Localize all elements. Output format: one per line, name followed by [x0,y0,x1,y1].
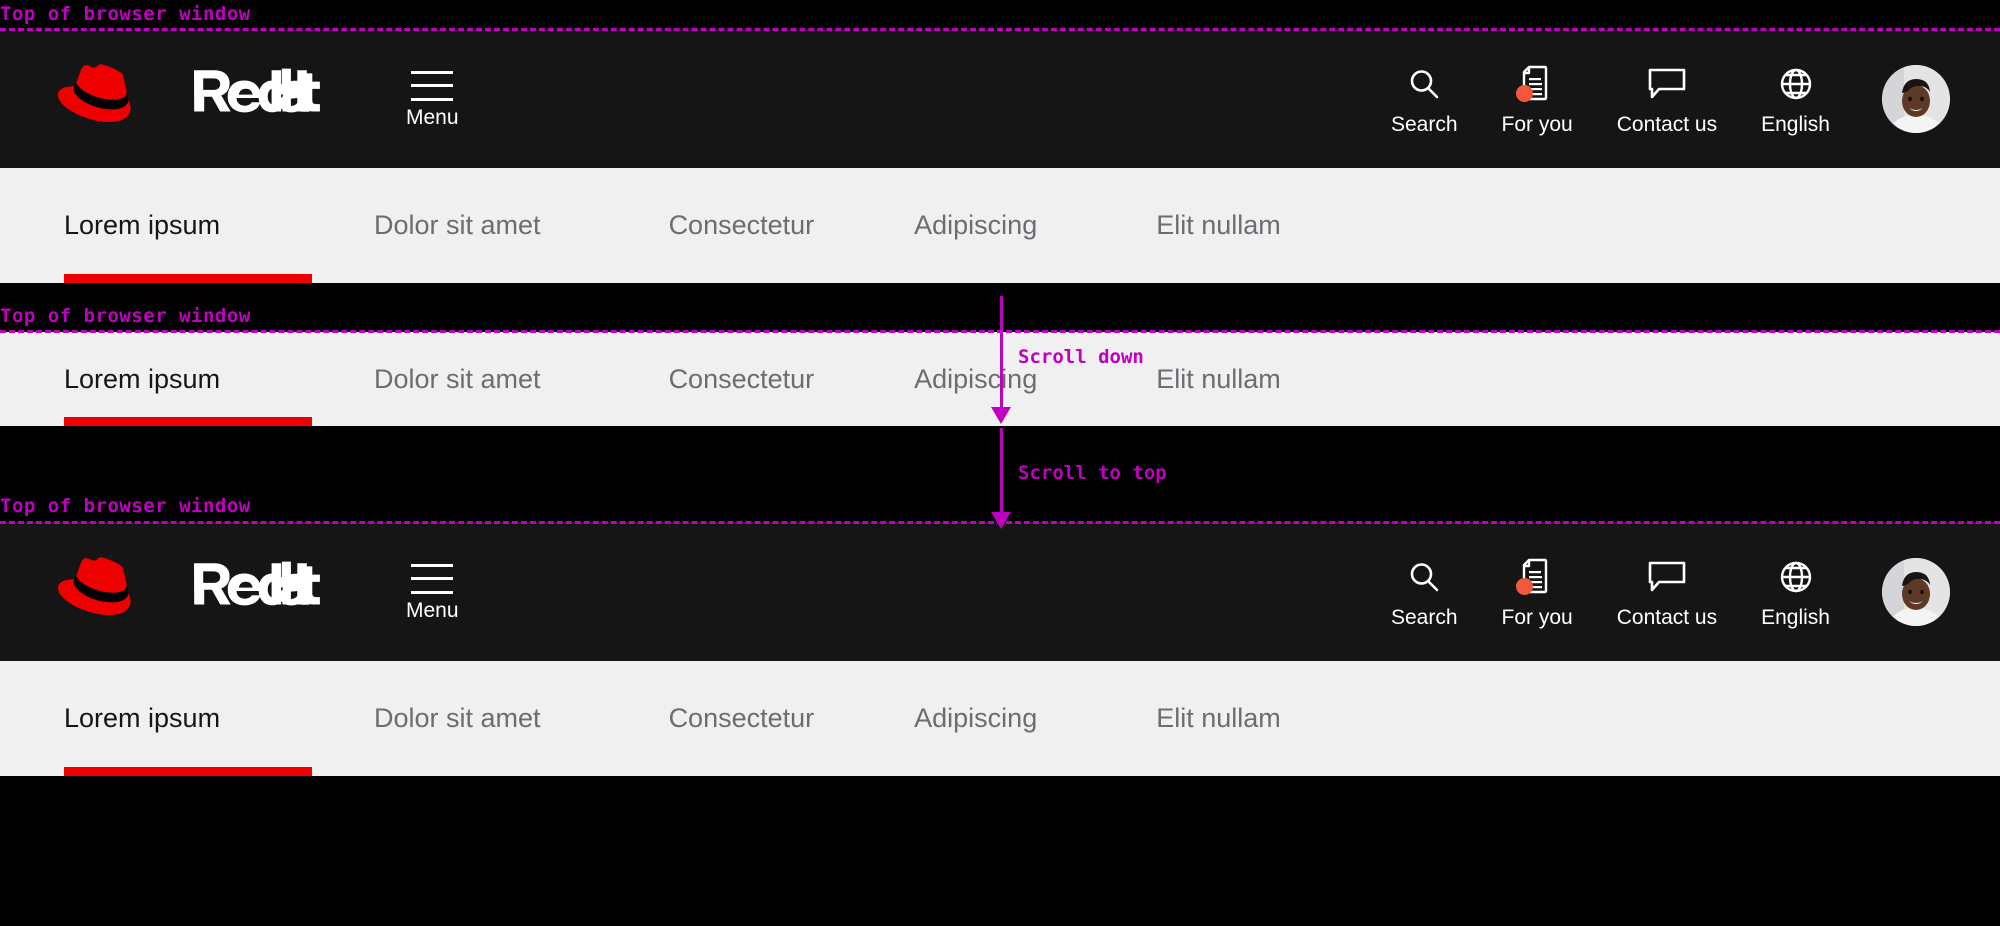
menu-button[interactable]: Menu [406,70,459,129]
browser-top-rule-2 [0,330,2000,333]
masthead-state-1: Menu Search For you Contact us English [0,30,2000,168]
red-hat-wordmark [194,68,320,113]
tab-label: Elit nullam [1156,703,1281,733]
arrow-shaft [1000,296,1003,409]
tab-consectetur[interactable]: Consectetur [669,661,815,776]
tab-label: Adipiscing [914,363,1038,394]
language-button[interactable]: English [1739,64,1852,135]
search-button[interactable]: Search [1369,64,1480,135]
for-you-label: For you [1501,605,1573,629]
search-icon [1404,64,1444,104]
tab-lorem-ipsum[interactable]: Lorem ipsum [64,332,312,426]
search-icon [1404,557,1444,597]
scroll-down-label: Scroll down [1018,346,1144,368]
tab-consectetur[interactable]: Consectetur [669,332,815,426]
tab-adipiscing[interactable]: Adipiscing [914,168,1037,283]
tab-elit-nullam[interactable]: Elit nullam [1156,661,1281,776]
tab-label: Dolor sit amet [374,210,541,240]
notification-badge-dot [1516,84,1534,102]
search-button[interactable]: Search [1369,557,1480,628]
tab-label: Dolor sit amet [374,703,541,733]
red-hat-hat-icon [58,64,131,122]
tab-label: Adipiscing [914,210,1038,240]
speech-bubble-icon [1647,557,1687,597]
avatar[interactable] [1882,558,1950,626]
tab-lorem-ipsum[interactable]: Lorem ipsum [64,661,312,776]
tab-label: Consectetur [668,210,815,240]
utility-nav-state-3: Search For you Contact us English [1369,557,1950,628]
red-hat-wordmark [194,561,320,606]
speech-bubble-icon [1647,64,1687,104]
globe-icon [1776,64,1816,104]
tab-elit-nullam[interactable]: Elit nullam [1156,332,1281,426]
tab-label: Dolor sit amet [374,363,541,394]
tab-label: Consectetur [668,703,815,733]
redhat-logo[interactable] [58,523,326,661]
tabbar-state-3: Lorem ipsum Dolor sit amet Consectetur A… [0,661,2000,776]
tab-label: Elit nullam [1156,363,1281,394]
tab-dolor-sit-amet[interactable]: Dolor sit amet [374,332,541,426]
contact-us-button[interactable]: Contact us [1595,64,1739,135]
tab-dolor-sit-amet[interactable]: Dolor sit amet [374,661,541,776]
tab-label: Consectetur [668,363,815,394]
browser-viewport-state-3: Menu Search For you Contact us English L… [0,523,2000,926]
tab-consectetur[interactable]: Consectetur [669,168,815,283]
menu-button-label: Menu [406,598,459,622]
arrow-head [991,407,1011,424]
tab-label: Lorem ipsum [64,363,221,394]
contact-us-label: Contact us [1616,605,1718,629]
language-label: English [1761,112,1830,136]
document-icon [1516,64,1557,104]
scroll-behavior-diagram: Top of browser window Menu Search For yo… [0,0,2000,926]
tab-label: Adipiscing [914,703,1038,733]
menu-button[interactable]: Menu [406,563,459,622]
tab-lorem-ipsum[interactable]: Lorem ipsum [64,168,312,283]
hamburger-icon [411,563,454,594]
contact-us-label: Contact us [1616,112,1718,136]
browser-viewport-state-1: Menu Search For you Contact us English L… [0,30,2000,295]
browser-top-rule-1 [0,28,2000,31]
for-you-button[interactable]: For you [1480,557,1595,628]
tab-elit-nullam[interactable]: Elit nullam [1156,168,1281,283]
avatar[interactable] [1882,65,1950,133]
for-you-label: For you [1501,112,1573,136]
tabbar-state-1: Lorem ipsum Dolor sit amet Consectetur A… [0,168,2000,283]
red-hat-hat-icon [58,557,131,615]
masthead-state-3: Menu Search For you Contact us English [0,523,2000,661]
language-button[interactable]: English [1739,557,1852,628]
globe-icon [1776,557,1816,597]
tab-label: Lorem ipsum [64,210,221,240]
contact-us-button[interactable]: Contact us [1595,557,1739,628]
top-of-window-label-2: Top of browser window [0,305,251,327]
browser-top-rule-3 [0,521,2000,524]
tab-label: Elit nullam [1156,210,1281,240]
tab-adipiscing[interactable]: Adipiscing [914,661,1037,776]
document-icon [1516,557,1557,597]
redhat-logo[interactable] [58,30,326,168]
for-you-button[interactable]: For you [1480,64,1595,135]
utility-nav-state-1: Search For you Contact us English [1369,64,1950,135]
top-of-window-label-3: Top of browser window [0,495,251,517]
language-label: English [1761,605,1830,629]
scroll-to-top-label: Scroll to top [1018,462,1167,484]
notification-badge-dot [1516,577,1534,595]
tab-label: Lorem ipsum [64,703,221,733]
arrow-shaft [1000,428,1003,514]
menu-button-label: Menu [406,105,459,129]
tab-dolor-sit-amet[interactable]: Dolor sit amet [374,168,541,283]
top-of-window-label-1: Top of browser window [0,3,251,25]
hamburger-icon [411,70,454,101]
search-label: Search [1390,112,1458,136]
search-label: Search [1390,605,1458,629]
